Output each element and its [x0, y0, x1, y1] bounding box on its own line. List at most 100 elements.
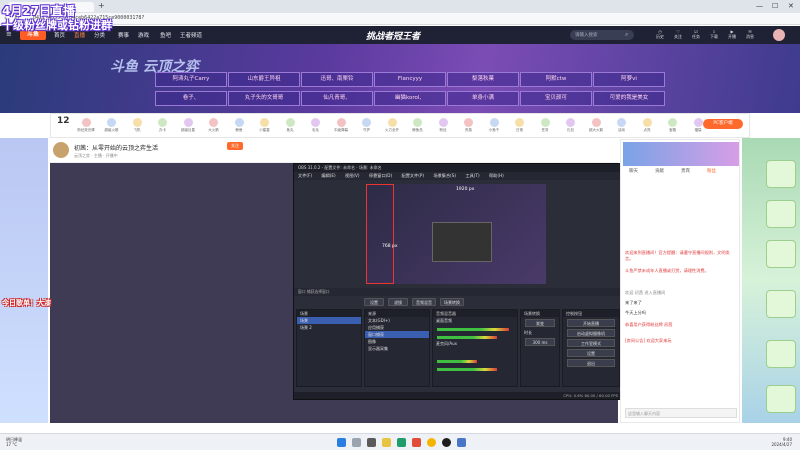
- room-link[interactable]: 山东爵王异祖: [228, 72, 300, 87]
- virtual-camera-button[interactable]: 启动虚拟摄像机: [567, 329, 615, 337]
- volume-slider[interactable]: [437, 368, 497, 371]
- follow-button[interactable]: 关注: [227, 142, 243, 150]
- gift-item[interactable]: 鱼丸: [279, 118, 301, 133]
- start-streaming-button[interactable]: 开始直播: [567, 319, 615, 327]
- obs-audio-button[interactable]: 音频混音: [412, 298, 436, 306]
- gift-item[interactable]: 大火箭: [203, 118, 225, 133]
- chat-tab[interactable]: 贵宾: [681, 168, 690, 174]
- search-taskbar-icon[interactable]: [352, 438, 361, 447]
- system-clock[interactable]: 9:40 2024/4/27: [771, 437, 792, 447]
- room-link[interactable]: 丸子头的文哥哥: [228, 91, 300, 106]
- new-tab-icon[interactable]: +: [98, 1, 105, 10]
- side-promo-card[interactable]: [766, 200, 796, 228]
- gift-item[interactable]: 粉丝荧光棒: [75, 118, 97, 133]
- source-item[interactable]: 应用捕获: [365, 324, 429, 331]
- gift-item[interactable]: 守护: [356, 118, 378, 133]
- obs-filters-button[interactable]: 滤镜: [388, 298, 408, 306]
- gift-item[interactable]: 办卡: [152, 118, 174, 133]
- obs-transition-button[interactable]: 场景转换: [440, 298, 464, 306]
- search-icon[interactable]: ⌕: [625, 31, 628, 39]
- gift-item[interactable]: 宝箱: [662, 118, 684, 133]
- side-promo-card[interactable]: [766, 240, 796, 268]
- gift-item[interactable]: 日常: [509, 118, 531, 133]
- gift-item[interactable]: 小鱼干: [483, 118, 505, 133]
- weather-widget[interactable]: 明日降温 17 °C: [6, 437, 22, 447]
- room-link[interactable]: 迅哥、南栗铃: [301, 72, 373, 87]
- gift-item[interactable]: 活动: [611, 118, 633, 133]
- obs-menu-file[interactable]: 文件(F): [298, 173, 312, 179]
- start-icon[interactable]: [337, 438, 346, 447]
- pc-client-button[interactable]: PC客户端: [703, 119, 743, 129]
- chrome-icon[interactable]: [427, 438, 436, 447]
- gift-item[interactable]: 粉丝: [432, 118, 454, 133]
- source-item[interactable]: 显示器采集: [365, 345, 429, 352]
- room-link[interactable]: 幽猫korol、: [374, 91, 446, 106]
- task-view-icon[interactable]: [367, 438, 376, 447]
- chat-input[interactable]: 这里输入聊天内容: [625, 408, 737, 418]
- room-link[interactable]: 可爱的我是美女: [593, 91, 665, 106]
- selection-box[interactable]: [366, 184, 394, 284]
- history-icon[interactable]: ◷ 历史: [652, 29, 668, 39]
- gift-item[interactable]: 超级巨星: [177, 118, 199, 133]
- obs-preview[interactable]: 1920 px 768 px: [366, 184, 546, 284]
- side-promo-card[interactable]: [766, 160, 796, 188]
- obs-menu-view[interactable]: 视图(V): [345, 173, 360, 179]
- follow-icon[interactable]: ♡ 关注: [670, 29, 686, 39]
- gift-item[interactable]: 超大火箭: [585, 118, 607, 133]
- room-link[interactable]: 阿涛丸子Carry: [155, 72, 227, 87]
- download-icon[interactable]: ⇩ 下载: [706, 29, 722, 39]
- gift-item[interactable]: 任务: [534, 118, 556, 133]
- gift-item[interactable]: 鲸鱼: [228, 118, 250, 133]
- gift-item[interactable]: 贵族: [458, 118, 480, 133]
- scene-item[interactable]: 场景 2: [297, 324, 361, 331]
- room-link[interactable]: 宝贝颜可: [520, 91, 592, 106]
- volume-slider[interactable]: [437, 336, 497, 339]
- gift-item[interactable]: 火力全开: [381, 118, 403, 133]
- nav-king[interactable]: 王者频道: [180, 31, 202, 39]
- source-item[interactable]: 窗口捕获: [365, 331, 429, 338]
- exit-button[interactable]: 退出: [567, 359, 615, 367]
- obs-menu-edit[interactable]: 编辑(E): [321, 173, 335, 179]
- gift-item[interactable]: 毛毛: [305, 118, 327, 133]
- side-promo-card[interactable]: [766, 290, 796, 318]
- side-promo-card[interactable]: [766, 385, 796, 413]
- gift-item[interactable]: 飞机: [126, 118, 148, 133]
- gift-item[interactable]: 鲸鱼岛: [407, 118, 429, 133]
- transition-select[interactable]: 渐变: [525, 319, 555, 327]
- chat-tab[interactable]: 贡献: [655, 168, 664, 174]
- streamer-avatar[interactable]: [53, 142, 69, 158]
- minimize-icon[interactable]: —: [756, 2, 763, 10]
- obs-taskbar-icon[interactable]: [442, 438, 451, 447]
- nav-games[interactable]: 游戏: [138, 31, 149, 39]
- scene-item[interactable]: 场景: [297, 317, 361, 324]
- obs-menu-tools[interactable]: 工具(T): [465, 173, 479, 179]
- gift-item[interactable]: 超级火箭: [101, 118, 123, 133]
- edge-icon[interactable]: [397, 438, 406, 447]
- room-link[interactable]: 仙凡青哥、: [301, 91, 373, 106]
- room-link[interactable]: 单身小满: [447, 91, 519, 106]
- app-icon[interactable]: [457, 438, 466, 447]
- duration-input[interactable]: 300 ms: [525, 338, 555, 346]
- nav-events[interactable]: 赛事: [118, 31, 129, 39]
- obs-settings-button[interactable]: 设置: [364, 298, 384, 306]
- user-avatar[interactable]: [773, 29, 785, 41]
- file-explorer-icon[interactable]: [382, 438, 391, 447]
- gift-item[interactable]: 礼包: [560, 118, 582, 133]
- chat-ad-banner[interactable]: [623, 142, 739, 166]
- obs-settings-control-button[interactable]: 设置: [567, 349, 615, 357]
- room-link[interactable]: 梨落秋菓: [447, 72, 519, 87]
- gift-item[interactable]: 中级弹幕: [330, 118, 352, 133]
- store-icon[interactable]: [412, 438, 421, 447]
- chat-tab[interactable]: 聊天: [629, 168, 638, 174]
- message-icon[interactable]: ✉ 消息: [742, 29, 758, 39]
- gift-item[interactable]: 点亮: [636, 118, 658, 133]
- side-promo-card[interactable]: [766, 340, 796, 368]
- source-item[interactable]: 文本(GDI+): [365, 317, 429, 324]
- studio-mode-button[interactable]: 工作室模式: [567, 339, 615, 347]
- source-item[interactable]: 图像: [365, 338, 429, 345]
- broadcast-icon[interactable]: ▶ 开播: [724, 29, 740, 39]
- chat-tab[interactable]: 粉丝: [707, 168, 716, 174]
- obs-menu-docks[interactable]: 停靠窗口(D): [369, 173, 392, 179]
- room-link[interactable]: 阿默ctw: [520, 72, 592, 87]
- room-link[interactable]: 阿萝vi: [593, 72, 665, 87]
